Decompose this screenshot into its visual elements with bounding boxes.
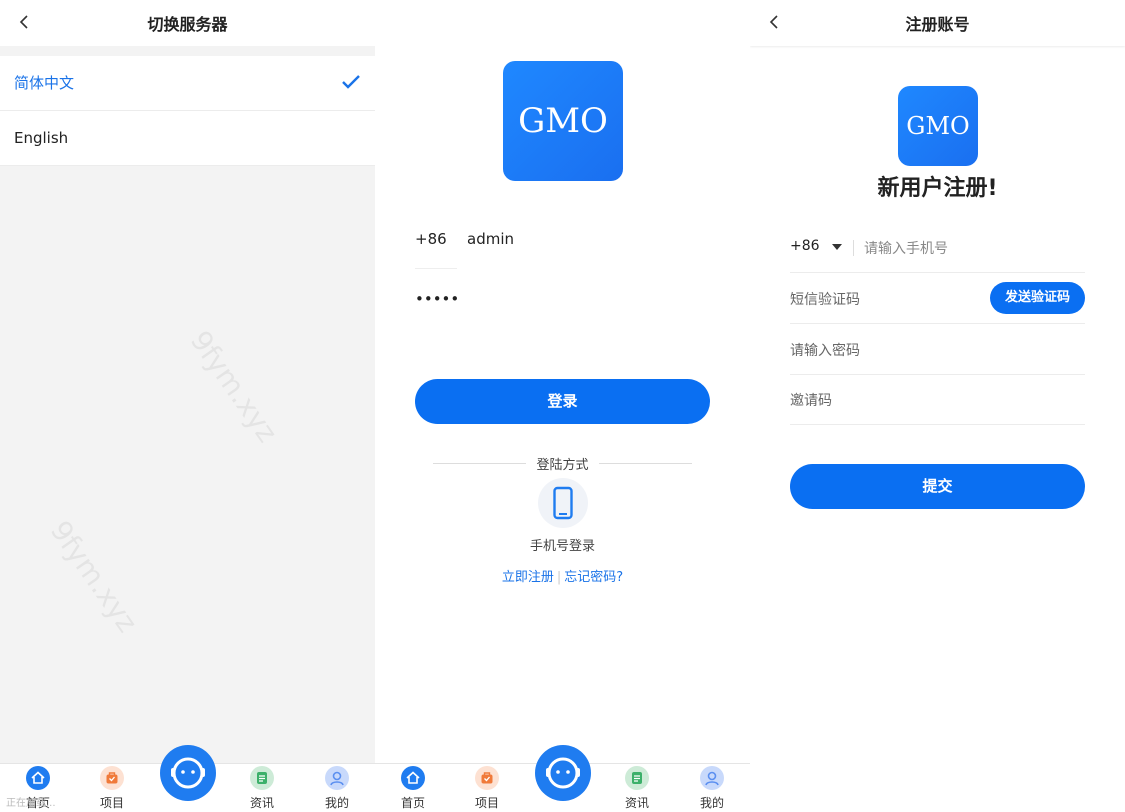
field-divider [853,240,854,256]
logo-text: GMO [906,112,970,140]
customer-service-button[interactable] [535,745,591,801]
tab-label: 资讯 [624,796,649,810]
language-label: 简体中文 [14,74,75,92]
divider [415,268,457,269]
invite-code-input[interactable]: 邀请码 [790,390,832,410]
submit-button[interactable]: 提交 [790,464,1085,509]
tab-label: 项目 [99,796,124,810]
tab-label: 首页 [400,796,425,810]
tab-bar: 首页 项目 资讯 我的 [375,745,750,812]
tab-news[interactable]: 资讯 [613,766,661,811]
dropdown-caret-icon[interactable] [832,244,842,250]
page-title: 注册账号 [905,15,970,34]
logo-text: GMO [518,101,608,141]
invite-code-field: 邀请码 [790,374,1085,425]
tab-projects[interactable]: 项目 [88,766,136,811]
login-methods-label: 登陆方式 [536,458,589,473]
customer-service-icon [171,757,205,789]
bag-icon [100,766,124,790]
phone-field: +86 请输入手机号 [790,222,1085,273]
password-input[interactable]: 请输入密码 [790,340,860,360]
country-code-selector[interactable]: +86 [790,238,820,254]
loading-toast: 正在加载... [6,798,56,809]
register-heading: 新用户注册! [877,176,998,201]
customer-service-icon [546,757,580,789]
language-label: English [14,129,69,147]
news-icon [625,766,649,790]
user-icon [325,766,349,790]
language-option-zh[interactable]: 简体中文 [0,56,375,111]
register-screen: 注册账号 GMO 新用户注册! +86 请输入手机号 短信验证码 发送验证码 请… [750,0,1125,812]
phone-login-label: 手机号登录 [529,539,595,554]
home-icon [401,766,425,790]
tab-mine[interactable]: 我的 [313,766,361,811]
check-icon [342,75,360,89]
customer-service-button[interactable] [160,745,216,801]
user-icon [700,766,724,790]
divider [599,463,692,464]
header: 切换服务器 [0,0,375,46]
sms-code-input[interactable]: 短信验证码 [790,289,860,309]
send-code-button[interactable]: 发送验证码 [990,282,1085,314]
page-title: 切换服务器 [147,15,228,34]
password-field: 请输入密码 [790,324,1085,375]
link-separator: | [556,570,562,585]
tab-mine[interactable]: 我的 [688,766,736,811]
server-switch-screen: 切换服务器 简体中文 English 9fym.xyz 9fym.xyz 首页 … [0,0,375,812]
tab-bar: 首页 项目 资讯 我的 [0,745,375,812]
header: 注册账号 [750,0,1125,46]
tab-label: 我的 [699,796,724,810]
watermark: 9fym.xyz [43,514,145,639]
mobile-phone-icon [553,486,573,520]
auth-links: 立即注册 | 忘记密码? [375,566,750,585]
password-input[interactable]: ••••• [415,290,459,308]
tab-news[interactable]: 资讯 [238,766,286,811]
username-input[interactable]: admin [467,230,514,248]
forgot-password-link[interactable]: 忘记密码? [564,570,623,585]
tab-label: 资讯 [249,796,274,810]
sms-code-field: 短信验证码 发送验证码 [790,273,1085,324]
phone-input[interactable]: 请输入手机号 [864,238,948,258]
home-icon [26,766,50,790]
app-logo: GMO [503,61,623,181]
language-option-en[interactable]: English [0,111,375,166]
register-link[interactable]: 立即注册 [502,570,554,585]
tab-home[interactable]: 首页 [389,766,437,811]
watermark: 9fym.xyz [183,324,285,449]
login-button[interactable]: 登录 [415,379,710,424]
login-screen: GMO +86 admin ••••• 登录 登陆方式 手机号登录 立即注册 | 忘… [375,0,750,812]
bag-icon [475,766,499,790]
phone-login-button[interactable] [538,478,588,528]
news-icon [250,766,274,790]
app-logo: GMO [898,86,978,166]
tab-label: 我的 [324,796,349,810]
country-code-selector[interactable]: +86 [415,230,447,248]
tab-label: 项目 [474,796,499,810]
language-list: 简体中文 English [0,56,375,166]
tab-projects[interactable]: 项目 [463,766,511,811]
